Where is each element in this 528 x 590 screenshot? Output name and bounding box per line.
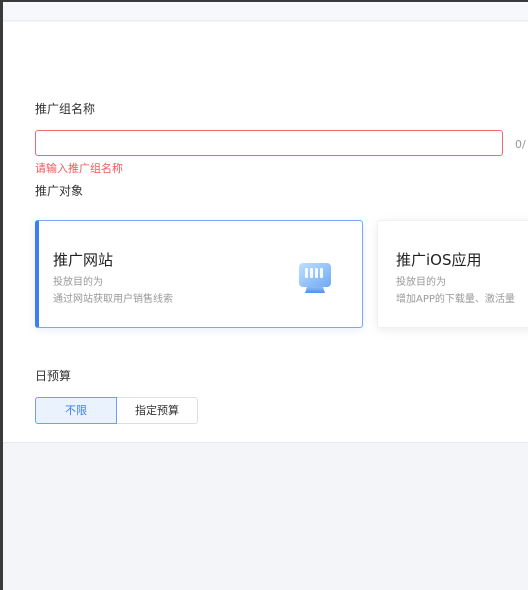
group-name-error: 请输入推广组名称 <box>35 162 123 175</box>
option-subtitle: 投放目的为 <box>53 277 103 288</box>
option-subtitle: 投放目的为 <box>396 277 446 288</box>
option-card-ios-app[interactable]: 推广iOS应用 投放目的为 增加APP的下载量、激活量 <box>377 220 528 328</box>
monitor-icon <box>299 263 331 293</box>
group-name-input[interactable] <box>36 131 502 155</box>
top-strip <box>3 2 528 21</box>
option-title: 推广iOS应用 <box>396 251 482 269</box>
budget-toggle-group: 不限 指定预算 <box>35 397 198 424</box>
daily-budget-label: 日预算 <box>35 369 72 383</box>
option-description: 通过网站获取用户销售线索 <box>53 294 173 305</box>
budget-unlimited-button[interactable]: 不限 <box>35 397 117 424</box>
option-card-website[interactable]: 推广网站 投放目的为 通过网站获取用户销售线索 <box>35 220 363 328</box>
form-card: 推广组名称 0/ 请输入推广组名称 推广对象 推广网站 投放目的为 通过网站获取… <box>3 22 528 443</box>
group-name-label: 推广组名称 <box>35 102 96 116</box>
target-label: 推广对象 <box>35 184 84 198</box>
char-counter: 0/ <box>515 138 526 151</box>
option-title: 推广网站 <box>53 251 114 269</box>
option-description: 增加APP的下载量、激活量 <box>396 294 515 305</box>
page-viewport: 推广组名称 0/ 请输入推广组名称 推广对象 推广网站 投放目的为 通过网站获取… <box>3 2 528 590</box>
budget-specified-button[interactable]: 指定预算 <box>117 397 198 424</box>
group-name-field[interactable] <box>35 130 503 156</box>
